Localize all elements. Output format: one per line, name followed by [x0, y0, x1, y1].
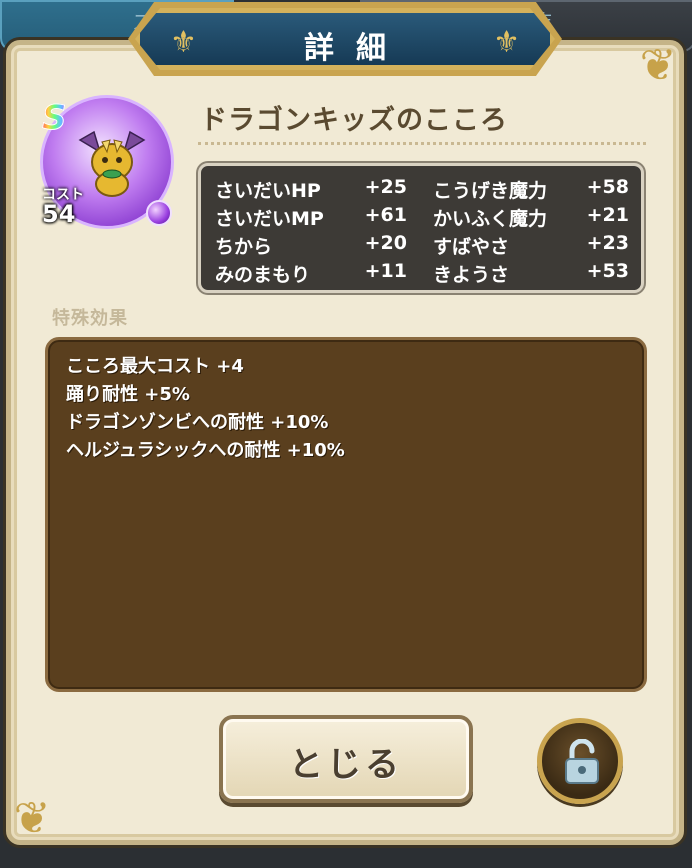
stat-label: すばやさ	[433, 236, 510, 258]
close-button[interactable]: とじる	[219, 715, 473, 803]
stat-value: +53	[586, 260, 629, 282]
stat-label: さいだいMP	[215, 208, 324, 230]
effect-item: 踊り耐性 +5%	[66, 384, 190, 405]
stat-label: こうげき魔力	[433, 180, 548, 202]
special-effects-title: 特殊効果	[52, 308, 128, 329]
stat-value: +20	[364, 232, 407, 254]
stat-label: みのまもり	[215, 264, 311, 286]
stat-label: ちから	[215, 236, 273, 258]
stat-label: さいだいHP	[215, 180, 321, 202]
close-button-label: とじる	[289, 745, 403, 785]
effect-item: ドラゴンゾンビへの耐性 +10%	[66, 412, 329, 433]
cost-value: 54	[42, 200, 76, 228]
lock-open-icon	[565, 739, 599, 784]
heart-name: ドラゴンキッズのこころ	[200, 105, 508, 136]
stat-label: かいふく魔力	[433, 208, 548, 230]
divider	[198, 142, 646, 145]
stat-value: +61	[364, 204, 407, 226]
orb-gem-icon	[146, 200, 172, 226]
stat-value: +11	[364, 260, 407, 282]
special-effects-box: こころ最大コスト +4 踊り耐性 +5% ドラゴンゾンビへの耐性 +10% ヘル…	[45, 337, 647, 692]
lock-button[interactable]	[537, 718, 623, 804]
page-title: 詳細	[304, 31, 408, 66]
header-plaque: ⚜ 詳細 ⚜	[135, 8, 555, 70]
ornament-corner-icon: ❦	[639, 40, 677, 91]
stat-value: +23	[586, 232, 629, 254]
fleur-de-lis-icon: ⚜	[493, 25, 520, 60]
stat-value: +58	[586, 176, 629, 198]
ornament-corner-icon: ❦	[13, 793, 51, 844]
effect-item: ヘルジュラシックへの耐性 +10%	[66, 440, 345, 461]
effect-item: こころ最大コスト +4	[66, 356, 244, 377]
stat-value: +25	[364, 176, 407, 198]
stat-value: +21	[586, 204, 629, 226]
stats-box: さいだいHP +25 こうげき魔力 +58 さいだいMP +61 かいふく魔力 …	[198, 163, 644, 293]
stat-label: きようさ	[433, 264, 510, 286]
dragon-kids-icon	[78, 130, 146, 197]
rank-badge: S	[42, 98, 67, 139]
